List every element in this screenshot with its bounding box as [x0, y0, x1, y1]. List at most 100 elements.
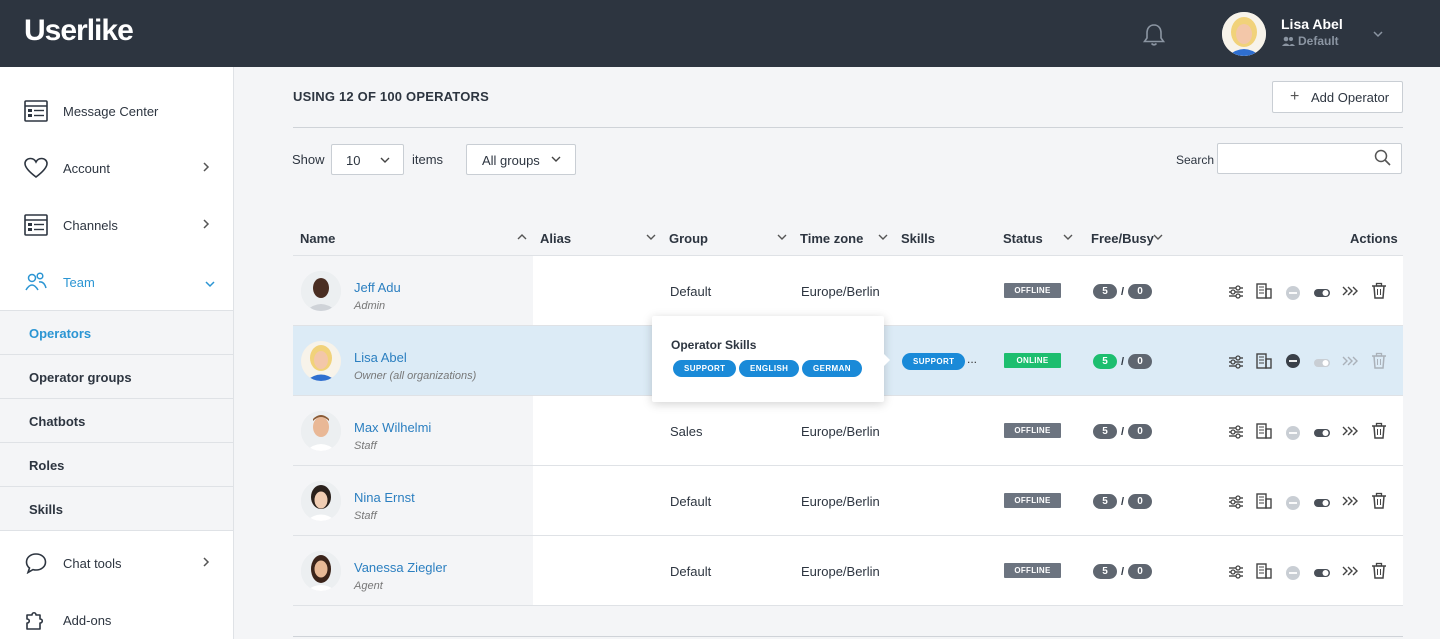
user-group-label: Default	[1298, 34, 1339, 48]
sidebar-item-label: Message Center	[63, 104, 159, 119]
show-label: Show	[292, 152, 325, 167]
operator-name[interactable]: Max Wilhelmi	[354, 420, 431, 435]
sidebar-item-channels[interactable]: Channels	[0, 197, 233, 254]
sidebar-item-team[interactable]: Team	[0, 254, 233, 311]
free-busy: 5 /0	[1093, 354, 1153, 369]
group-cell: Default	[670, 494, 712, 509]
sidebar-sub-chatbots[interactable]: Chatbots	[0, 398, 233, 442]
chevron-right-icon	[203, 557, 210, 567]
free-count: 5	[1093, 354, 1117, 369]
status-badge: OFFLINE	[1004, 563, 1061, 578]
page-size-value: 10	[346, 153, 361, 168]
skill-tag[interactable]: GERMAN	[802, 360, 862, 377]
group-cell: Default	[670, 284, 712, 299]
sidebar-item-label: Account	[63, 161, 110, 176]
column-header-status[interactable]: Status	[1003, 231, 1043, 246]
operator-role: Owner (all organizations)	[354, 370, 477, 382]
sidebar-item-chat-tools[interactable]: Chat tools	[0, 535, 233, 592]
column-header-timezone[interactable]: Time zone	[800, 231, 863, 246]
settings-sliders-icon[interactable]	[1227, 493, 1245, 511]
user-avatar[interactable]	[1222, 12, 1266, 56]
operator-name[interactable]: Lisa Abel	[354, 350, 407, 365]
sidebar-sub-roles[interactable]: Roles	[0, 442, 233, 486]
remove-circle-icon[interactable]	[1284, 352, 1302, 370]
sort-icon[interactable]	[1153, 232, 1163, 242]
organization-icon[interactable]	[1255, 282, 1273, 300]
table-row[interactable]: Vanessa Ziegler Agent Default Europe/Ber…	[293, 536, 1403, 606]
sidebar-sub-operator-groups[interactable]: Operator groups	[0, 354, 233, 398]
group-cell: Sales	[670, 424, 703, 439]
sidebar-item-add-ons[interactable]: Add-ons	[0, 592, 233, 639]
toggle-icon[interactable]	[1313, 494, 1331, 512]
skill-tag[interactable]: SUPPORT	[902, 353, 966, 370]
sidebar-item-message-center[interactable]: Message Center	[0, 83, 233, 140]
trash-icon[interactable]	[1370, 492, 1388, 510]
column-header-alias[interactable]: Alias	[540, 231, 571, 246]
trash-icon[interactable]	[1370, 562, 1388, 580]
column-header-free-busy[interactable]: Free/Busy	[1091, 231, 1154, 246]
operator-name[interactable]: Vanessa Ziegler	[354, 560, 447, 575]
slash: /	[1121, 285, 1125, 298]
bell-icon[interactable]	[1141, 22, 1167, 48]
avatar	[301, 271, 341, 311]
sidebar-sub-label: Operators	[29, 326, 92, 341]
organization-icon[interactable]	[1255, 562, 1273, 580]
sidebar-item-label: Chat tools	[63, 556, 122, 571]
more-skills[interactable]: ...	[967, 352, 977, 366]
operator-usage: USING 12 OF 100 OPERATORS	[293, 89, 489, 104]
remove-circle-icon[interactable]	[1284, 284, 1302, 302]
sort-icon[interactable]	[878, 232, 888, 242]
organization-icon[interactable]	[1255, 492, 1273, 510]
plus-icon: +	[1290, 88, 1300, 105]
free-busy: 5 /0	[1093, 424, 1153, 439]
chat-bubble-icon	[25, 553, 47, 574]
remove-circle-icon[interactable]	[1284, 564, 1302, 582]
chevron-down-icon[interactable]	[1372, 28, 1384, 40]
column-header-name[interactable]: Name	[300, 231, 335, 246]
search-icon[interactable]	[1374, 149, 1391, 166]
search-label: Search	[1176, 153, 1215, 167]
page-size-select[interactable]: 10	[331, 144, 404, 175]
remove-circle-icon[interactable]	[1284, 424, 1302, 442]
toggle-icon[interactable]	[1313, 424, 1331, 442]
operator-name[interactable]: Nina Ernst	[354, 490, 415, 505]
forward-icon[interactable]	[1341, 282, 1359, 300]
sidebar-sub-operators[interactable]: Operators	[0, 310, 233, 354]
sort-icon[interactable]	[646, 232, 656, 242]
column-header-group[interactable]: Group	[669, 231, 708, 246]
add-operator-button[interactable]: + Add Operator	[1272, 81, 1403, 113]
userlike-logo[interactable]: Userlike	[24, 14, 134, 48]
sidebar-sub-skills[interactable]: Skills	[0, 486, 233, 531]
operator-name[interactable]: Jeff Adu	[354, 280, 401, 295]
organization-icon[interactable]	[1255, 352, 1273, 370]
sort-icon[interactable]	[777, 232, 787, 242]
settings-sliders-icon[interactable]	[1227, 353, 1245, 371]
avatar	[301, 481, 341, 521]
settings-sliders-icon[interactable]	[1227, 563, 1245, 581]
trash-icon[interactable]	[1370, 282, 1388, 300]
chevron-right-icon	[203, 162, 210, 172]
sort-icon[interactable]	[1063, 232, 1073, 242]
sort-ascending-icon[interactable]	[517, 232, 527, 242]
forward-icon[interactable]	[1341, 422, 1359, 440]
skill-tag[interactable]: ENGLISH	[739, 360, 800, 377]
busy-count: 0	[1128, 354, 1153, 369]
divider	[293, 636, 1403, 637]
toggle-icon[interactable]	[1313, 284, 1331, 302]
trash-icon[interactable]	[1370, 422, 1388, 440]
table-row[interactable]: Nina Ernst Staff Default Europe/Berlin O…	[293, 466, 1403, 536]
remove-circle-icon[interactable]	[1284, 494, 1302, 512]
table-row[interactable]: Max Wilhelmi Staff Sales Europe/Berlin O…	[293, 396, 1403, 466]
sidebar-sub-label: Operator groups	[29, 370, 132, 385]
forward-icon[interactable]	[1341, 562, 1359, 580]
settings-sliders-icon[interactable]	[1227, 283, 1245, 301]
skill-tag[interactable]: SUPPORT	[673, 360, 737, 377]
settings-sliders-icon[interactable]	[1227, 423, 1245, 441]
forward-icon[interactable]	[1341, 492, 1359, 510]
toggle-icon[interactable]	[1313, 564, 1331, 582]
sidebar-item-account[interactable]: Account	[0, 140, 233, 197]
organization-icon[interactable]	[1255, 422, 1273, 440]
group-filter-select[interactable]: All groups	[466, 144, 576, 175]
status-badge: OFFLINE	[1004, 283, 1061, 298]
user-name[interactable]: Lisa Abel	[1281, 16, 1343, 32]
